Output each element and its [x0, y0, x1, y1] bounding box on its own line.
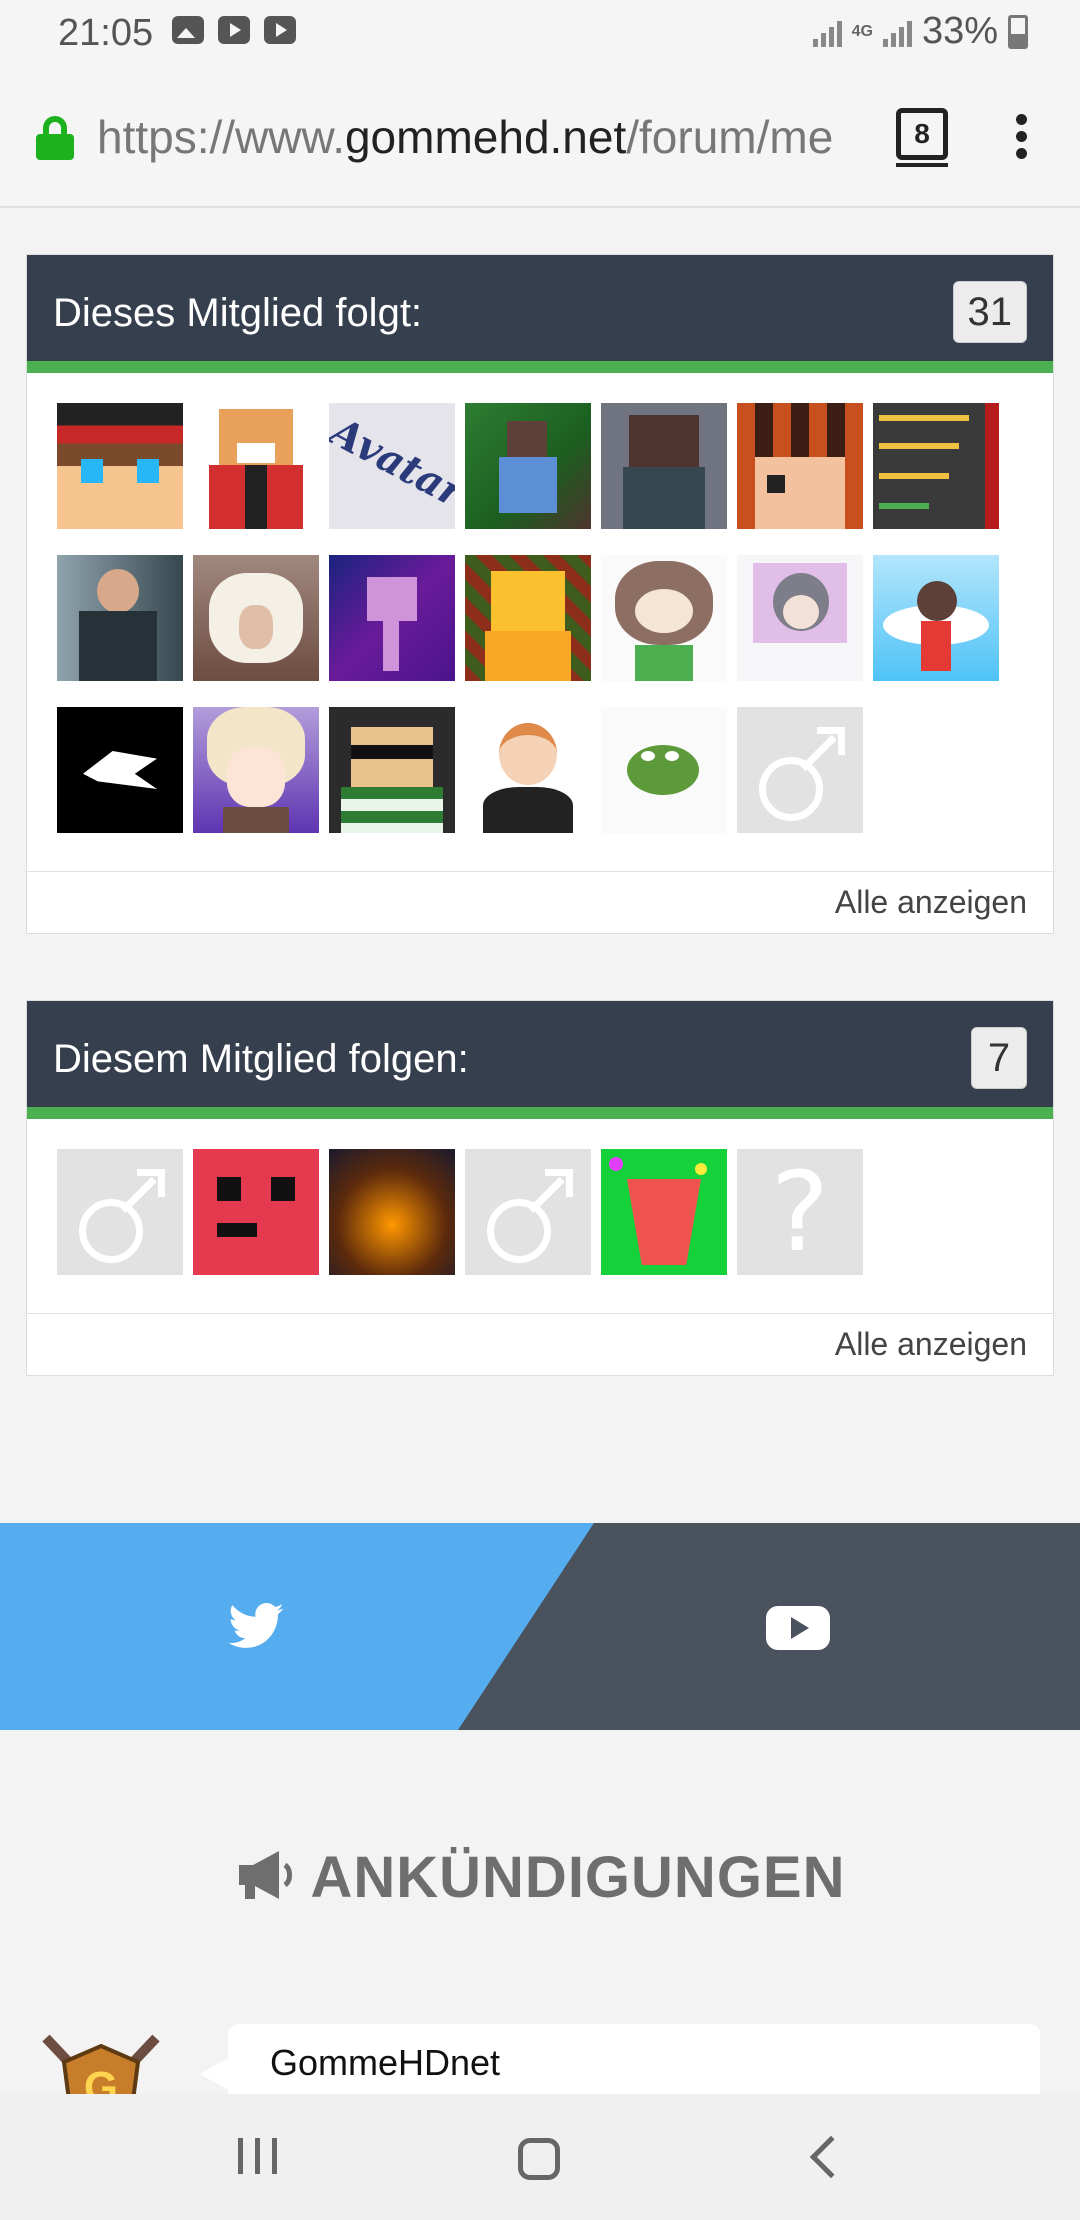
following-title: Dieses Mitglied folgt:	[53, 291, 423, 335]
avatar[interactable]	[873, 403, 999, 529]
avatar[interactable]	[737, 403, 863, 529]
back-icon[interactable]	[809, 2135, 853, 2179]
following-block: Dieses Mitglied folgt: 31 Avatar Alle an…	[26, 254, 1054, 934]
youtube-icon	[264, 16, 296, 44]
home-icon[interactable]	[518, 2138, 560, 2180]
notification-icons	[172, 16, 296, 44]
status-bar: 21:05 4G 33%	[0, 0, 1080, 66]
male-placeholder[interactable]	[465, 1149, 591, 1275]
show-all-following-link[interactable]: Alle anzeigen	[835, 884, 1027, 921]
avatar[interactable]	[57, 403, 183, 529]
battery-percent: 33%	[921, 10, 998, 52]
lock-icon[interactable]	[36, 116, 74, 160]
followers-count: 7	[971, 1027, 1027, 1089]
avatar[interactable]	[193, 1149, 319, 1275]
announcements-title: ANKÜNDIGUNGEN	[310, 1845, 846, 1910]
followers-header: Diesem Mitglied folgen: 7	[27, 1001, 1053, 1119]
url-prefix: https://www.	[97, 111, 345, 163]
image-icon	[172, 16, 204, 44]
url-path: /forum/me	[626, 111, 834, 163]
network-type: 4G	[851, 22, 873, 40]
announcements-heading: ANKÜNDIGUNGEN	[0, 1844, 1080, 1911]
status-time: 21:05	[58, 12, 154, 54]
avatar[interactable]	[329, 707, 455, 833]
unknown-placeholder[interactable]: ?	[737, 1149, 863, 1275]
overflow-menu-icon[interactable]	[1016, 114, 1028, 160]
twitter-link[interactable]	[0, 1523, 594, 1730]
male-placeholder[interactable]	[57, 1149, 183, 1275]
signal-icon	[812, 17, 842, 47]
avatar[interactable]	[737, 555, 863, 681]
avatar[interactable]	[193, 707, 319, 833]
following-header: Dieses Mitglied folgt: 31	[27, 255, 1053, 373]
recents-icon[interactable]	[238, 2138, 277, 2174]
followers-footer: Alle anzeigen	[27, 1313, 1053, 1375]
following-footer: Alle anzeigen	[27, 871, 1053, 933]
social-banner	[0, 1523, 1080, 1730]
megaphone-icon	[235, 1848, 297, 1900]
avatar[interactable]	[601, 707, 727, 833]
avatar[interactable]	[329, 1149, 455, 1275]
avatar[interactable]	[57, 555, 183, 681]
avatar[interactable]	[193, 555, 319, 681]
twitter-icon	[228, 1603, 284, 1648]
following-count: 31	[952, 281, 1027, 343]
followers-avatars: ?	[27, 1119, 1053, 1313]
avatar[interactable]	[465, 707, 591, 833]
avatar[interactable]	[329, 555, 455, 681]
avatar-placeholder[interactable]: Avatar	[329, 403, 455, 529]
followers-title: Diesem Mitglied folgen:	[53, 1037, 469, 1081]
youtube-icon	[218, 16, 250, 44]
male-placeholder[interactable]	[737, 707, 863, 833]
avatar[interactable]	[601, 555, 727, 681]
tabs-button[interactable]: 8	[896, 108, 948, 167]
following-avatars: Avatar	[27, 373, 1053, 871]
avatar[interactable]	[465, 555, 591, 681]
followers-block: Diesem Mitglied folgen: 7 ? Alle anzeige…	[26, 1000, 1054, 1376]
url-domain: gommehd.net	[344, 111, 627, 163]
avatar[interactable]	[57, 707, 183, 833]
battery-icon	[1008, 14, 1028, 49]
avatar[interactable]	[601, 1149, 727, 1275]
url-field[interactable]: https://www.gommehd.net/forum/me	[97, 110, 867, 164]
signal-icon	[882, 17, 912, 47]
announcement-author[interactable]: GommeHDnet	[270, 2042, 500, 2084]
avatar[interactable]	[465, 403, 591, 529]
browser-toolbar: https://www.gommehd.net/forum/me 8	[0, 66, 1080, 208]
avatar[interactable]	[873, 555, 999, 681]
status-right: 4G 33%	[812, 10, 1028, 53]
avatar[interactable]	[193, 403, 319, 529]
android-nav-bar	[0, 2094, 1080, 2220]
avatar[interactable]	[601, 403, 727, 529]
youtube-icon[interactable]	[766, 1606, 830, 1650]
show-all-followers-link[interactable]: Alle anzeigen	[835, 1326, 1027, 1363]
